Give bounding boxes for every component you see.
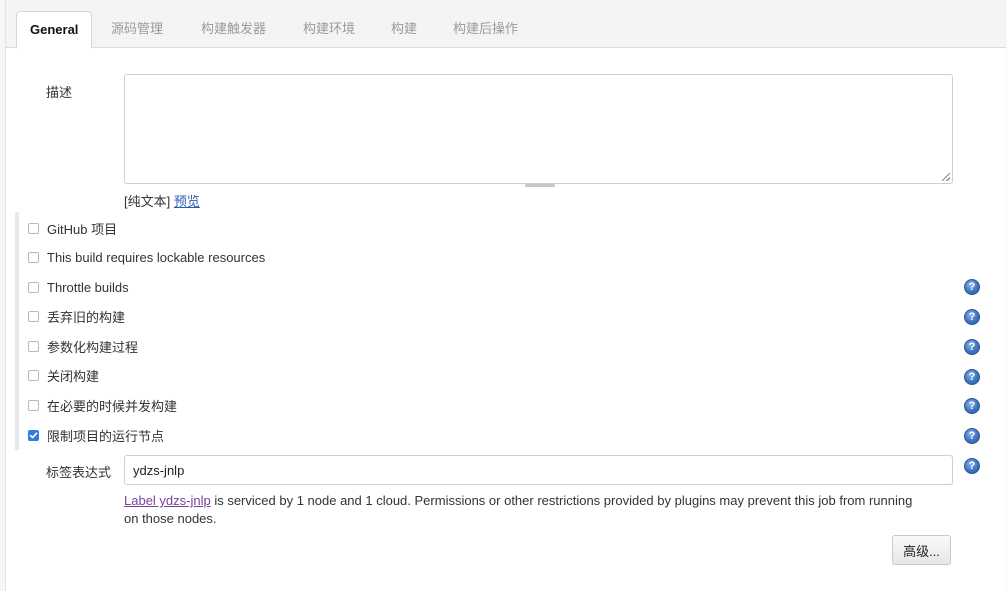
tab-source-code-management[interactable]: 源码管理	[111, 12, 163, 48]
label-link[interactable]: Label ydzs-jnlp	[124, 493, 211, 508]
option-github-project[interactable]: GitHub 项目	[28, 217, 117, 239]
config-tab-bar: General 源码管理 构建触发器 构建环境 构建 构建后操作	[6, 0, 1006, 49]
github-project-checkbox[interactable]	[28, 222, 39, 234]
option-label: 在必要的时候并发构建	[47, 398, 178, 414]
option-label: GitHub 项目	[47, 221, 118, 237]
option-concurrent-builds[interactable]: 在必要的时候并发构建	[28, 394, 177, 416]
option-label: This build requires lockable resources	[47, 249, 266, 265]
option-label: Throttle builds	[47, 279, 129, 295]
restrict-node-checkbox[interactable]	[28, 429, 39, 441]
description-format-hint: [纯文本] 预览	[124, 191, 200, 210]
label-expression-label: 标签表达式	[46, 465, 112, 480]
tab-general[interactable]: General	[16, 11, 93, 49]
throttle-builds-checkbox[interactable]	[28, 281, 39, 293]
help-icon[interactable]: ?	[964, 279, 980, 295]
option-label: 限制项目的运行节点	[47, 428, 165, 444]
option-label: 关闭构建	[47, 368, 100, 384]
help-icon[interactable]: ?	[964, 398, 980, 414]
job-config-panel: General 源码管理 构建触发器 构建环境 构建 构建后操作 描述 [纯文本…	[5, 0, 1006, 591]
parameterized-build-checkbox[interactable]	[28, 340, 39, 352]
checkmark-icon	[29, 431, 38, 438]
lockable-resources-checkbox[interactable]	[28, 251, 39, 263]
tab-build-environment[interactable]: 构建环境	[303, 12, 355, 48]
option-label: 丢弃旧的构建	[47, 309, 126, 325]
tab-build[interactable]: 构建	[391, 12, 417, 48]
tab-build-triggers[interactable]: 构建触发器	[201, 12, 266, 48]
label-status-message: Label ydzs-jnlp is serviced by 1 node an…	[124, 492, 924, 528]
help-icon[interactable]: ?	[964, 309, 980, 325]
label-expression-input[interactable]	[124, 455, 953, 485]
discard-old-builds-checkbox[interactable]	[28, 310, 39, 322]
disable-build-checkbox[interactable]	[28, 369, 39, 381]
advanced-button[interactable]: 高级...	[892, 535, 951, 565]
help-icon[interactable]: ?	[964, 458, 980, 474]
option-throttle-builds[interactable]: Throttle builds	[28, 276, 129, 298]
preview-link[interactable]: 预览	[174, 194, 200, 209]
section-bar	[15, 212, 19, 450]
option-parameterized-build[interactable]: 参数化构建过程	[28, 335, 138, 357]
option-disable-build[interactable]: 关闭构建	[28, 364, 99, 386]
option-restrict-node[interactable]: 限制项目的运行节点	[28, 424, 164, 446]
help-icon[interactable]: ?	[964, 428, 980, 444]
help-icon[interactable]: ?	[964, 339, 980, 355]
option-lockable-resources[interactable]: This build requires lockable resources	[28, 246, 265, 268]
plain-text-label: [纯文本]	[124, 194, 171, 209]
resize-handle-icon[interactable]	[942, 173, 950, 181]
textarea-grip-handle[interactable]	[525, 184, 555, 187]
label-status-text: is serviced by 1 node and 1 cloud. Permi…	[124, 493, 913, 526]
concurrent-builds-checkbox[interactable]	[28, 399, 39, 411]
option-label: 参数化构建过程	[47, 339, 139, 355]
help-icon[interactable]: ?	[964, 369, 980, 385]
description-textarea[interactable]	[124, 74, 953, 184]
tab-post-build-actions[interactable]: 构建后操作	[453, 12, 518, 48]
option-discard-old-builds[interactable]: 丢弃旧的构建	[28, 305, 125, 327]
description-label: 描述	[46, 85, 73, 100]
